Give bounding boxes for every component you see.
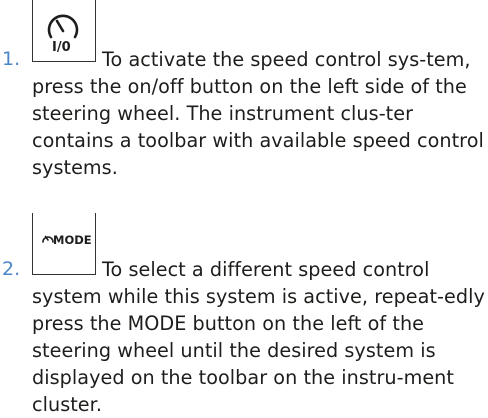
step-number: 2.: [2, 258, 21, 280]
speedometer-icon: [47, 14, 79, 39]
mode-label: MODE: [53, 233, 92, 247]
step-text: To select a different speed control syst…: [32, 258, 485, 416]
step-number: 1.: [2, 48, 21, 70]
step-text: To activate the speed control sys-tem, p…: [32, 48, 484, 179]
